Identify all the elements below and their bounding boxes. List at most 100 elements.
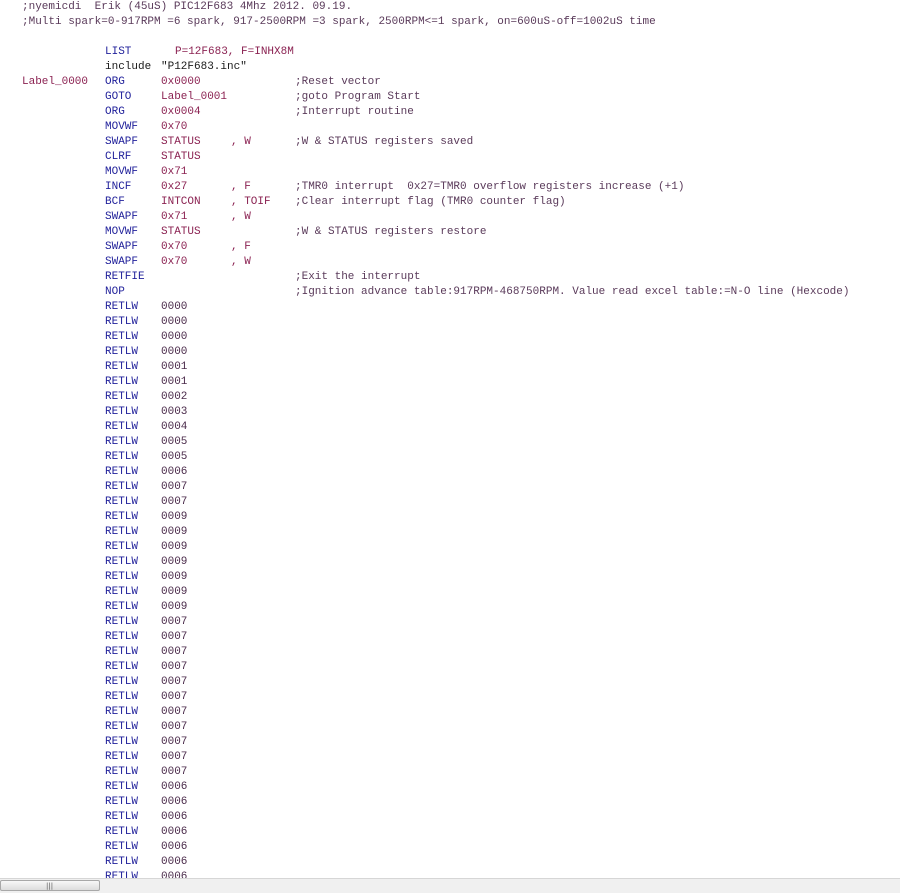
line-comment: ;Reset vector	[295, 76, 381, 88]
operand: 0007	[161, 631, 188, 643]
instruction: RETLW	[105, 451, 139, 463]
operand: 0005	[161, 451, 188, 463]
operand-modifier: , W	[231, 211, 251, 223]
instruction: RETLW	[105, 346, 139, 358]
instruction: LIST	[105, 46, 132, 58]
instruction: RETLW	[105, 376, 139, 388]
operand: 0x71	[161, 211, 188, 223]
instruction: RETLW	[105, 496, 139, 508]
instruction: SWAPF	[105, 241, 139, 253]
operand: 0007	[161, 751, 188, 763]
operand: 0007	[161, 766, 188, 778]
instruction: RETLW	[105, 556, 139, 568]
line-comment: ;Interrupt routine	[295, 106, 414, 118]
instruction: RETLW	[105, 301, 139, 313]
instruction: RETFIE	[105, 271, 145, 283]
operand-modifier: , W	[231, 136, 251, 148]
instruction: RETLW	[105, 856, 139, 868]
instruction: RETLW	[105, 676, 139, 688]
operand-modifier: , TOIF	[231, 196, 271, 208]
instruction: SWAPF	[105, 211, 139, 223]
line-label: Label_0000	[22, 76, 89, 88]
header-comment-text: ;nyemicdi Erik (45uS) PIC12F683 4Mhz 201…	[22, 1, 353, 13]
operand: 0006	[161, 796, 188, 808]
scrollbar-thumb[interactable]: |||	[0, 880, 100, 891]
instruction: RETLW	[105, 811, 139, 823]
operand: 0001	[161, 376, 188, 388]
instruction: SWAPF	[105, 136, 139, 148]
operand: 0x27	[161, 181, 188, 193]
operand: "P12F683.inc"	[161, 61, 247, 73]
operand: 0x70	[161, 121, 188, 133]
header-comment-line: ;Multi spark=0-917RPM =6 spark, 917-2500…	[0, 15, 656, 30]
line-comment: ;W & STATUS registers saved	[295, 136, 474, 148]
instruction: RETLW	[105, 436, 139, 448]
operand-modifier: , F	[231, 181, 251, 193]
instruction: NOP	[105, 286, 125, 298]
operand: 0007	[161, 496, 188, 508]
operand: 0x0000	[161, 76, 201, 88]
operand: P=12F683, F=INHX8M	[175, 46, 294, 58]
operand: 0000	[161, 316, 188, 328]
operand: 0009	[161, 586, 188, 598]
instruction: RETLW	[105, 331, 139, 343]
instruction: RETLW	[105, 706, 139, 718]
operand: 0007	[161, 691, 188, 703]
operand: STATUS	[161, 151, 201, 163]
operand-modifier: , W	[231, 256, 251, 268]
operand: 0002	[161, 391, 188, 403]
instruction: RETLW	[105, 406, 139, 418]
instruction: RETLW	[105, 841, 139, 853]
operand: Label_0001	[161, 91, 228, 103]
instruction: RETLW	[105, 661, 139, 673]
operand: 0006	[161, 871, 188, 878]
instruction: RETLW	[105, 526, 139, 538]
instruction: RETLW	[105, 691, 139, 703]
instruction: RETLW	[105, 766, 139, 778]
instruction: RETLW	[105, 796, 139, 808]
operand: 0x70	[161, 256, 188, 268]
instruction: RETLW	[105, 571, 139, 583]
instruction: RETLW	[105, 586, 139, 598]
operand: 0007	[161, 616, 188, 628]
line-comment: ;goto Program Start	[295, 91, 421, 103]
instruction: ORG	[105, 76, 125, 88]
operand: 0009	[161, 526, 188, 538]
instruction: RETLW	[105, 751, 139, 763]
instruction: RETLW	[105, 601, 139, 613]
line-comment: ;Exit the interrupt	[295, 271, 421, 283]
operand-modifier: , F	[231, 241, 251, 253]
instruction: RETLW	[105, 541, 139, 553]
instruction: RETLW	[105, 391, 139, 403]
line-comment: ;Clear interrupt flag (TMR0 counter flag…	[295, 196, 566, 208]
instruction: include	[105, 61, 152, 73]
line-comment: ;Ignition advance table:917RPM-468750RPM…	[295, 286, 850, 298]
instruction: RETLW	[105, 781, 139, 793]
instruction: RETLW	[105, 616, 139, 628]
instruction: GOTO	[105, 91, 132, 103]
instruction: MOVWF	[105, 121, 139, 133]
instruction: RETLW	[105, 481, 139, 493]
operand: 0007	[161, 661, 188, 673]
operand: STATUS	[161, 136, 201, 148]
operand: 0006	[161, 781, 188, 793]
instruction: RETLW	[105, 826, 139, 838]
operand: 0001	[161, 361, 188, 373]
operand: 0007	[161, 676, 188, 688]
operand: 0006	[161, 826, 188, 838]
instruction: CLRF	[105, 151, 132, 163]
instruction: RETLW	[105, 511, 139, 523]
grip-icon: |||	[46, 882, 54, 890]
operand: 0000	[161, 301, 188, 313]
operand: STATUS	[161, 226, 201, 238]
operand: 0005	[161, 436, 188, 448]
code-editor[interactable]: ;nyemicdi Erik (45uS) PIC12F683 4Mhz 201…	[0, 0, 900, 878]
instruction: BCF	[105, 196, 125, 208]
operand: 0x70	[161, 241, 188, 253]
operand: 0000	[161, 331, 188, 343]
instruction: RETLW	[105, 721, 139, 733]
header-comment-text: ;Multi spark=0-917RPM =6 spark, 917-2500…	[22, 16, 656, 28]
operand: 0007	[161, 736, 188, 748]
operand: 0007	[161, 481, 188, 493]
horizontal-scrollbar[interactable]: |||	[0, 878, 900, 893]
